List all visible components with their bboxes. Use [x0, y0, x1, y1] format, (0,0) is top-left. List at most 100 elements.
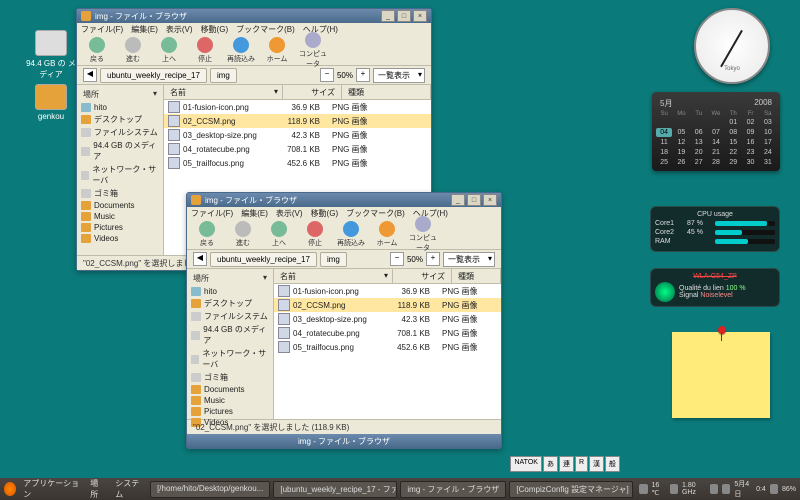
breadcrumb-item[interactable]: ubuntu_weekly_recipe_17 — [100, 68, 207, 83]
sidebar-item[interactable]: ネットワーク・サーバ — [79, 163, 161, 187]
calendar-day[interactable]: 27 — [691, 158, 707, 167]
tray-icon[interactable] — [670, 484, 678, 494]
ime-button[interactable]: 漢 — [589, 456, 604, 472]
breadcrumb-item[interactable]: img — [320, 252, 347, 267]
file-row[interactable]: 03_desktop-size.png42.3 KBPNG 画像 — [164, 128, 431, 142]
back-button[interactable]: 戻る — [83, 37, 111, 64]
zoom-in[interactable]: + — [356, 68, 370, 82]
calendar-day[interactable]: 02 — [742, 118, 758, 127]
ime-button[interactable]: あ — [543, 456, 558, 472]
minimize-button[interactable]: _ — [381, 10, 395, 22]
calendar-day[interactable]: 17 — [760, 138, 776, 147]
taskbar-task[interactable]: img - ファイル・ブラウザ — [400, 481, 506, 498]
calendar-day[interactable]: 22 — [725, 148, 741, 157]
calendar-day[interactable]: 30 — [742, 158, 758, 167]
ime-button[interactable]: 連 — [559, 456, 574, 472]
ime-button[interactable]: 般 — [605, 456, 620, 472]
file-row[interactable]: 01-fusion-icon.png36.9 KBPNG 画像 — [274, 284, 501, 298]
sidebar-item[interactable]: Music — [79, 211, 161, 222]
back-button[interactable]: 戻る — [193, 221, 221, 248]
minimize-button[interactable]: _ — [451, 194, 465, 206]
file-row[interactable]: 03_desktop-size.png42.3 KBPNG 画像 — [274, 312, 501, 326]
sidebar-item[interactable]: hito — [79, 102, 161, 113]
calendar-day[interactable]: 14 — [708, 138, 724, 147]
up-button[interactable]: 上へ — [155, 37, 183, 64]
zoom-out[interactable]: − — [320, 68, 334, 82]
calendar-day[interactable]: 25 — [656, 158, 672, 167]
menu-item[interactable]: ブックマーク(B) — [346, 208, 405, 219]
sidebar-item[interactable]: デスクトップ — [79, 113, 161, 126]
taskbar-task[interactable]: [CompizConfig 設定マネージャ] — [509, 481, 633, 498]
tray-icon[interactable] — [710, 484, 718, 494]
sidebar-item[interactable]: デスクトップ — [189, 297, 271, 310]
sidebar-item[interactable]: ゴミ箱 — [189, 371, 271, 384]
sidebar-item[interactable]: Videos — [79, 233, 161, 244]
calendar-day[interactable]: 26 — [673, 158, 689, 167]
sidebar-item[interactable]: 94.4 GB のメディア — [189, 323, 271, 347]
sidebar-item[interactable]: ファイルシステム — [79, 126, 161, 139]
zoom-in[interactable]: + — [426, 252, 440, 266]
calendar-day[interactable]: 11 — [656, 138, 672, 147]
calendar-day[interactable]: 29 — [725, 158, 741, 167]
breadcrumb-item[interactable]: img — [210, 68, 237, 83]
column-headers[interactable]: 名前サイズ種類 — [274, 269, 501, 284]
column-headers[interactable]: 名前サイズ種類 — [164, 85, 431, 100]
calendar-day[interactable]: 28 — [708, 158, 724, 167]
stop-button[interactable]: 停止 — [301, 221, 329, 248]
menu-item[interactable]: 編集(E) — [241, 208, 268, 219]
sidebar-item[interactable]: ゴミ箱 — [79, 187, 161, 200]
calendar-day[interactable]: 15 — [725, 138, 741, 147]
sidebar-item[interactable]: Pictures — [189, 406, 271, 417]
tray-icon[interactable] — [639, 484, 647, 494]
sidebar-item[interactable]: ファイルシステム — [189, 310, 271, 323]
menu-item[interactable]: ファイル(F) — [191, 208, 233, 219]
calendar-day[interactable]: 18 — [656, 148, 672, 157]
ime-button[interactable]: R — [575, 456, 588, 472]
sidebar-header[interactable]: 場所 — [189, 271, 271, 286]
file-row[interactable]: 02_CCSM.png118.9 KBPNG 画像 — [164, 114, 431, 128]
maximize-button[interactable]: □ — [467, 194, 481, 206]
sidebar-item[interactable]: Documents — [79, 200, 161, 211]
view-mode-select[interactable]: 一覧表示 — [443, 252, 495, 267]
view-mode-select[interactable]: 一覧表示 — [373, 68, 425, 83]
titlebar[interactable]: img - ファイル・ブラウザ _ □ × — [187, 193, 501, 207]
calendar-day[interactable]: 19 — [673, 148, 689, 157]
battery-icon[interactable] — [770, 484, 778, 494]
menu-item[interactable]: ブックマーク(B) — [236, 24, 295, 35]
sidebar-item[interactable]: ネットワーク・サーバ — [189, 347, 271, 371]
menu-item[interactable]: 移動(G) — [201, 24, 229, 35]
calendar-day[interactable]: 13 — [691, 138, 707, 147]
calendar-day[interactable]: 08 — [725, 128, 741, 137]
file-row[interactable]: 05_trailfocus.png452.6 KBPNG 画像 — [164, 156, 431, 170]
computer-button[interactable]: コンピュータ — [299, 32, 327, 69]
maximize-button[interactable]: □ — [397, 10, 411, 22]
titlebar[interactable]: img - ファイル・ブラウザ _ □ × — [77, 9, 431, 23]
ime-button[interactable]: NATOK — [510, 456, 541, 472]
forward-button[interactable]: 進む — [119, 37, 147, 64]
taskbar-task[interactable]: [/home/hito/Desktop/genkou... — [150, 481, 270, 498]
start-button[interactable] — [4, 482, 16, 496]
zoom-out[interactable]: − — [390, 252, 404, 266]
file-row[interactable]: 02_CCSM.png118.9 KBPNG 画像 — [274, 298, 501, 312]
home-button[interactable]: ホーム — [263, 37, 291, 64]
desktop-icon-drive[interactable]: 94.4 GB の メディア — [24, 30, 78, 80]
sidebar-item[interactable]: Music — [189, 395, 271, 406]
calendar-day[interactable]: 24 — [760, 148, 776, 157]
reload-button[interactable]: 再読込み — [337, 221, 365, 248]
calendar-day[interactable]: 23 — [742, 148, 758, 157]
calendar-day[interactable]: 21 — [708, 148, 724, 157]
sidebar-item[interactable]: Pictures — [79, 222, 161, 233]
calendar-day[interactable]: 20 — [691, 148, 707, 157]
home-button[interactable]: ホーム — [373, 221, 401, 248]
sidebar-item[interactable]: 94.4 GB のメディア — [79, 139, 161, 163]
calendar-day[interactable]: 12 — [673, 138, 689, 147]
breadcrumb-item[interactable]: ubuntu_weekly_recipe_17 — [210, 252, 317, 267]
calendar-day[interactable]: 09 — [742, 128, 758, 137]
menu-places[interactable]: 場所 — [86, 478, 108, 500]
calendar-day[interactable]: 01 — [725, 118, 741, 127]
taskbar-task[interactable]: [ubuntu_weekly_recipe_17 - ファ... — [273, 481, 397, 498]
tray-icon[interactable] — [722, 484, 730, 494]
file-row[interactable]: 01-fusion-icon.png36.9 KBPNG 画像 — [164, 100, 431, 114]
calendar-day[interactable]: 06 — [691, 128, 707, 137]
calendar-day[interactable]: 05 — [673, 128, 689, 137]
